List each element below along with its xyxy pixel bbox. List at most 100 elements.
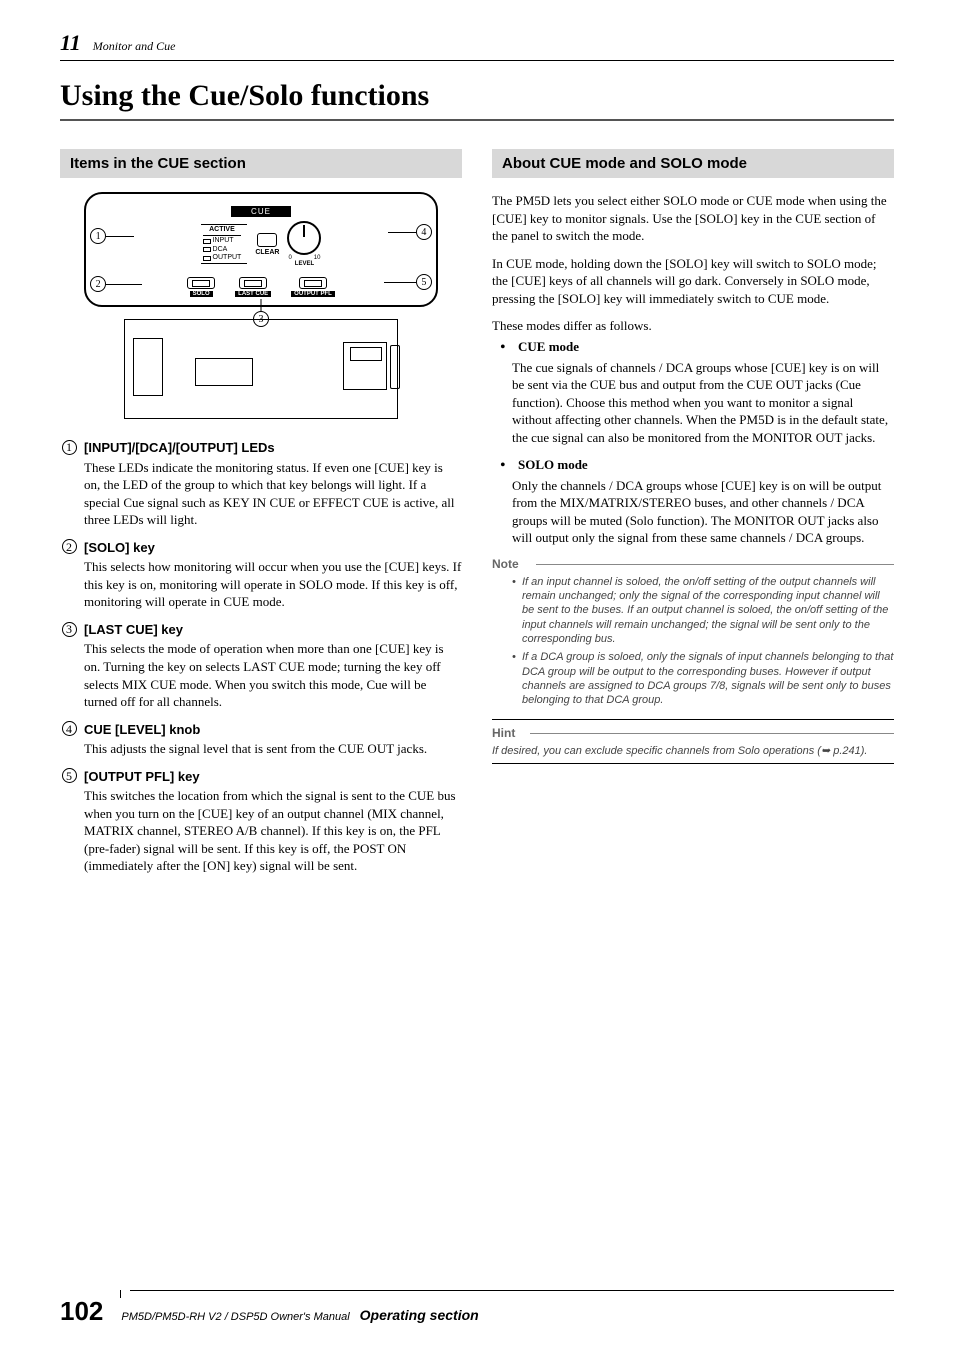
definition-content: [SOLO] key This selects how monitoring w… — [78, 539, 462, 611]
mode-body: The cue signals of channels / DCA groups… — [492, 359, 894, 447]
hint-label: Hint — [492, 726, 894, 740]
section-header-items: Items in the CUE section — [60, 149, 462, 178]
cue-title-bar: CUE — [231, 206, 291, 217]
solo-button-group: SOLO — [187, 277, 215, 297]
definition-number: 1 — [60, 439, 78, 457]
left-column: Items in the CUE section 1 2 4 5 3 CUE A… — [60, 149, 462, 885]
solo-button-label: SOLO — [190, 291, 213, 297]
definition-body: This selects the mode of operation when … — [84, 640, 462, 710]
definition-number: 2 — [60, 539, 78, 557]
chapter-number: 11 — [60, 30, 81, 56]
content-columns: Items in the CUE section 1 2 4 5 3 CUE A… — [60, 149, 894, 885]
lastcue-button-label: LAST CUE — [235, 291, 271, 297]
definition-title: [OUTPUT PFL] key — [84, 768, 462, 786]
definition-content: CUE [LEVEL] knob This adjusts the signal… — [78, 721, 462, 758]
lastcue-button-icon — [239, 277, 267, 289]
definition-title: CUE [LEVEL] knob — [84, 721, 462, 739]
definition-body: This selects how monitoring will occur w… — [84, 558, 462, 611]
paragraph: The PM5D lets you select either SOLO mod… — [492, 192, 894, 245]
definition-content: [OUTPUT PFL] key This switches the locat… — [78, 768, 462, 875]
knob-scale-max: 10 — [314, 255, 321, 261]
definition-number: 5 — [60, 768, 78, 786]
knob-scale-min: 0 — [288, 255, 291, 261]
active-label: ACTIVE — [203, 226, 242, 236]
note-item: • If a DCA group is soloed, only the sig… — [512, 650, 894, 707]
cue-panel-contents: CUE ACTIVE INPUT DCA OUTPUT CLEAR — [94, 206, 428, 297]
led-label: INPUT — [213, 237, 234, 245]
outline-block — [343, 342, 387, 390]
page-header: 11 Monitor and Cue — [60, 30, 894, 61]
footer-rule — [130, 1290, 894, 1291]
definition-title: [LAST CUE] key — [84, 621, 462, 639]
note-item: • If an input channel is soloed, the on/… — [512, 575, 894, 646]
led-icon — [203, 247, 211, 252]
led-icon — [203, 239, 211, 244]
led-input: INPUT — [203, 237, 242, 245]
mode-body: Only the channels / DCA groups whose [CU… — [492, 477, 894, 547]
footer-section: Operating section — [360, 1307, 479, 1323]
clear-button-group: CLEAR — [255, 233, 279, 256]
outputpfl-button-label: OUTPUT PFL — [291, 291, 335, 297]
hint-block: Hint If desired, you can exclude specifi… — [492, 719, 894, 764]
definition-item: 4 CUE [LEVEL] knob This adjusts the sign… — [60, 721, 462, 758]
mode-item-cue: • CUE mode The cue signals of channels /… — [492, 339, 894, 447]
footer-tick — [120, 1290, 121, 1298]
clear-button — [257, 233, 277, 247]
led-label: DCA — [213, 246, 228, 254]
page-title: Using the Cue/Solo functions — [60, 79, 894, 121]
right-column: About CUE mode and SOLO mode The PM5D le… — [492, 149, 894, 885]
outline-block — [195, 358, 253, 386]
footer-doc-title: PM5D/PM5D-RH V2 / DSP5D Owner's Manual — [121, 1311, 349, 1323]
definition-title: [SOLO] key — [84, 539, 462, 557]
page-number: 102 — [60, 1296, 103, 1327]
mode-title-row: • SOLO mode — [492, 457, 894, 475]
outline-block — [133, 338, 163, 396]
chapter-title: Monitor and Cue — [93, 39, 176, 54]
mode-item-solo: • SOLO mode Only the channels / DCA grou… — [492, 457, 894, 547]
clear-label: CLEAR — [255, 249, 279, 256]
definition-list: 1 [INPUT]/[DCA]/[OUTPUT] LEDs These LEDs… — [60, 439, 462, 875]
definition-number: 3 — [60, 621, 78, 639]
definition-item: 2 [SOLO] key This selects how monitoring… — [60, 539, 462, 611]
active-led-group: ACTIVE INPUT DCA OUTPUT — [201, 224, 248, 265]
bullet-icon: • — [512, 575, 522, 646]
callout-line — [261, 299, 262, 311]
definition-content: [LAST CUE] key This selects the mode of … — [78, 621, 462, 711]
note-text: If an input channel is soloed, the on/of… — [522, 575, 894, 646]
mode-title-row: • CUE mode — [492, 339, 894, 357]
solo-button-icon — [187, 277, 215, 289]
cue-panel-diagram: 1 2 4 5 3 CUE ACTIVE INPUT DCA OUTPUT — [84, 192, 438, 307]
lastcue-button-group: LAST CUE — [235, 277, 271, 297]
led-label: OUTPUT — [213, 254, 242, 262]
paragraph: In CUE mode, holding down the [SOLO] key… — [492, 255, 894, 308]
definition-item: 5 [OUTPUT PFL] key This switches the loc… — [60, 768, 462, 875]
bullet-icon: • — [512, 650, 522, 707]
led-dca: DCA — [203, 246, 242, 254]
definition-body: These LEDs indicate the monitoring statu… — [84, 459, 462, 529]
level-knob-icon — [287, 221, 321, 255]
outputpfl-button-group: OUTPUT PFL — [291, 277, 335, 297]
bullet-icon: • — [500, 457, 512, 475]
definition-body: This adjusts the signal level that is se… — [84, 740, 462, 758]
definition-item: 3 [LAST CUE] key This selects the mode o… — [60, 621, 462, 711]
led-output: OUTPUT — [203, 254, 242, 262]
paragraph: These modes differ as follows. — [492, 317, 894, 335]
note-label: Note — [492, 557, 894, 571]
definition-item: 1 [INPUT]/[DCA]/[OUTPUT] LEDs These LEDs… — [60, 439, 462, 529]
hint-text: If desired, you can exclude specific cha… — [492, 744, 894, 757]
mode-title: SOLO mode — [512, 457, 588, 475]
knob-label: LEVEL — [295, 261, 314, 267]
definition-content: [INPUT]/[DCA]/[OUTPUT] LEDs These LEDs i… — [78, 439, 462, 529]
note-text: If a DCA group is soloed, only the signa… — [522, 650, 894, 707]
level-knob-group: 0 10 LEVEL — [287, 221, 321, 267]
cue-top-row: ACTIVE INPUT DCA OUTPUT CLEAR 0 10 — [94, 221, 428, 267]
bullet-icon: • — [500, 339, 512, 357]
led-icon — [203, 256, 211, 261]
page-footer: 102 PM5D/PM5D-RH V2 / DSP5D Owner's Manu… — [60, 1296, 894, 1327]
definition-number: 4 — [60, 721, 78, 739]
note-block: Note • If an input channel is soloed, th… — [492, 557, 894, 708]
console-outline-diagram — [124, 319, 397, 419]
mode-title: CUE mode — [512, 339, 579, 357]
definition-title: [INPUT]/[DCA]/[OUTPUT] LEDs — [84, 439, 462, 457]
definition-body: This switches the location from which th… — [84, 787, 462, 875]
